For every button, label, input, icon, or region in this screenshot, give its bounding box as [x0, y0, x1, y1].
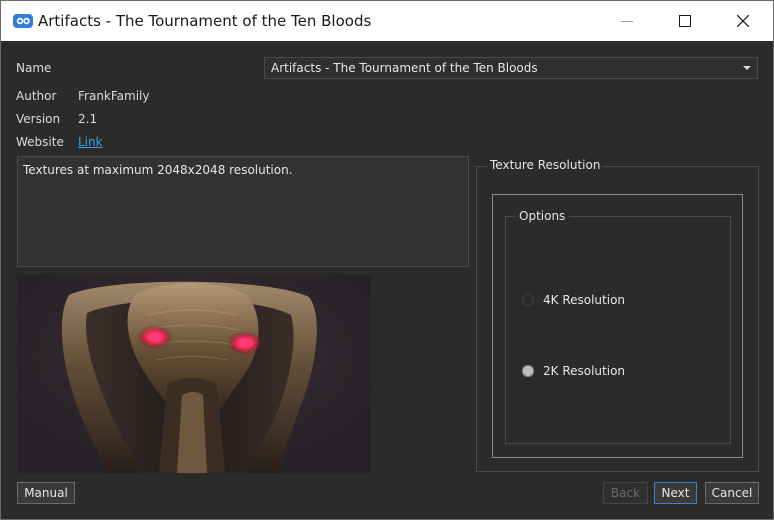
installer-window: Artifacts - The Tournament of the Ten Bl…	[0, 0, 774, 520]
minimize-icon	[621, 21, 633, 22]
options-group	[505, 216, 731, 444]
website-label: Website	[16, 135, 64, 149]
title-bar[interactable]: Artifacts - The Tournament of the Ten Bl…	[1, 1, 773, 41]
manual-button[interactable]: Manual	[17, 482, 75, 504]
close-button[interactable]	[714, 1, 772, 41]
name-label: Name	[16, 61, 52, 75]
app-logo-icon	[13, 14, 33, 28]
cancel-button[interactable]: Cancel	[705, 482, 759, 504]
radio-checked-icon[interactable]	[522, 365, 534, 377]
maximize-icon	[679, 15, 691, 27]
chevron-down-icon	[743, 66, 751, 70]
option-4k-resolution[interactable]: 4K Resolution	[522, 292, 625, 308]
maximize-button[interactable]	[656, 1, 714, 41]
minimize-button[interactable]	[598, 1, 656, 41]
option-2k-resolution[interactable]: 2K Resolution	[522, 363, 625, 379]
option-2k-label: 2K Resolution	[543, 364, 626, 378]
name-select-value: Artifacts - The Tournament of the Ten Bl…	[271, 61, 538, 75]
description-text: Textures at maximum 2048x2048 resolution…	[23, 163, 293, 177]
option-4k-label: 4K Resolution	[543, 293, 626, 307]
cobra-artifact-image	[17, 275, 371, 473]
preview-image	[17, 275, 371, 473]
texture-resolution-title: Texture Resolution	[487, 158, 604, 172]
next-button[interactable]: Next	[654, 482, 697, 504]
version-label: Version	[16, 112, 61, 126]
close-icon	[737, 15, 749, 27]
description-box[interactable]: Textures at maximum 2048x2048 resolution…	[17, 156, 469, 267]
website-link[interactable]: Link	[78, 135, 103, 149]
author-value: FrankFamily	[78, 89, 150, 103]
window-title: Artifacts - The Tournament of the Ten Bl…	[38, 12, 372, 30]
author-label: Author	[16, 89, 57, 103]
radio-unchecked-icon[interactable]	[522, 294, 534, 306]
version-value: 2.1	[78, 112, 98, 126]
name-select[interactable]: Artifacts - The Tournament of the Ten Bl…	[264, 57, 758, 79]
back-button[interactable]: Back	[603, 482, 648, 504]
options-title: Options	[515, 209, 570, 223]
